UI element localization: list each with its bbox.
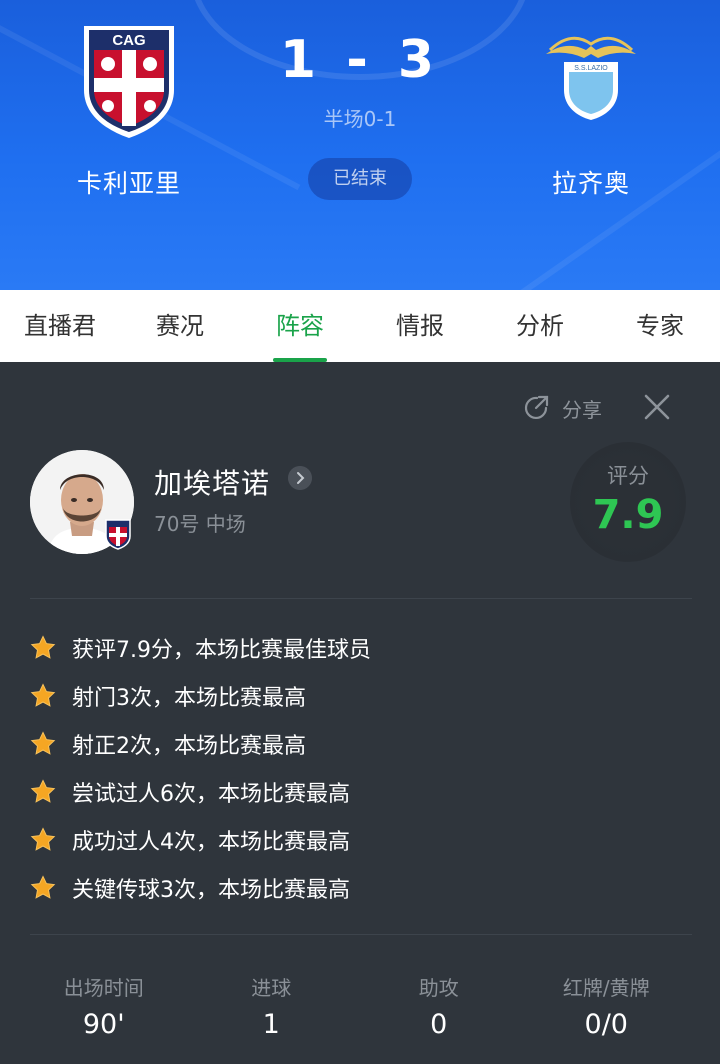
close-icon[interactable]	[640, 390, 674, 424]
divider	[30, 934, 692, 935]
lazio-logo-icon: S.S.LAZIO	[546, 36, 636, 120]
highlight-item: 关键传球3次，本场比赛最高	[30, 864, 690, 912]
match-score: 1 - 3	[279, 30, 441, 90]
tab-experts[interactable]: 专家	[600, 290, 720, 362]
star-icon	[30, 731, 56, 755]
tab-live[interactable]: 直播君	[0, 290, 120, 362]
star-icon	[30, 779, 56, 803]
highlight-item: 成功过人4次，本场比赛最高	[30, 816, 690, 864]
tab-match-status[interactable]: 赛况	[120, 290, 240, 362]
highlight-item: 获评7.9分，本场比赛最佳球员	[30, 624, 690, 672]
svg-text:CAG: CAG	[112, 32, 145, 49]
highlight-item: 尝试过人6次，本场比赛最高	[30, 768, 690, 816]
halftime-score: 半场0-1	[323, 107, 397, 131]
player-detail-panel: 分享 加埃塔诺 70号 中场 评分 7.9 获评7.9分，本场比赛最佳球员 射门…	[0, 362, 720, 1064]
player-name[interactable]: 加埃塔诺	[154, 462, 270, 502]
player-stats: 出场时间 90' 进球 1 助攻 0 红牌/黄牌 0/0	[0, 972, 720, 1040]
away-team[interactable]: S.S.LAZIO 拉齐奥	[491, 20, 691, 200]
divider	[30, 598, 692, 599]
home-team[interactable]: CAG 卡利亚里	[29, 20, 229, 200]
match-tabs: 直播君 赛况 阵容 情报 分析 专家	[0, 290, 720, 362]
stat-cards: 红牌/黄牌 0/0	[562, 976, 650, 1040]
highlight-item: 射门3次，本场比赛最高	[30, 672, 690, 720]
tab-analysis[interactable]: 分析	[480, 290, 600, 362]
svg-text:S.S.LAZIO: S.S.LAZIO	[574, 65, 608, 72]
share-icon	[524, 395, 549, 420]
match-status-badge: 已结束	[308, 158, 412, 200]
share-button[interactable]: 分享	[522, 390, 602, 426]
star-icon	[30, 827, 56, 851]
rating-value: 7.9	[592, 492, 664, 538]
cagliari-logo-icon: CAG	[84, 26, 174, 138]
away-team-name: 拉齐奥	[551, 169, 630, 198]
rating-label: 评分	[607, 464, 649, 488]
home-team-name: 卡利亚里	[76, 169, 181, 198]
player-highlights: 获评7.9分，本场比赛最佳球员 射门3次，本场比赛最高 射正2次，本场比赛最高 …	[30, 624, 690, 912]
tab-intel[interactable]: 情报	[360, 290, 480, 362]
stat-minutes: 出场时间 90'	[63, 976, 144, 1040]
stat-goals: 进球 1	[251, 976, 292, 1040]
tab-lineup[interactable]: 阵容	[240, 290, 360, 362]
star-icon	[30, 683, 56, 707]
star-icon	[30, 635, 56, 659]
highlight-item: 射正2次，本场比赛最高	[30, 720, 690, 768]
stat-assists: 助攻 0	[418, 976, 459, 1040]
player-rating: 评分 7.9	[570, 442, 686, 562]
club-badge-icon	[105, 519, 131, 550]
player-number-position: 70号 中场	[154, 512, 246, 536]
star-icon	[30, 875, 56, 899]
match-header: CAG 卡利亚里 1 - 3 半场0-1 已结束 S.S.LAZIO 拉齐奥	[0, 0, 720, 290]
chevron-right-icon[interactable]	[288, 466, 312, 490]
share-label: 分享	[562, 397, 602, 422]
